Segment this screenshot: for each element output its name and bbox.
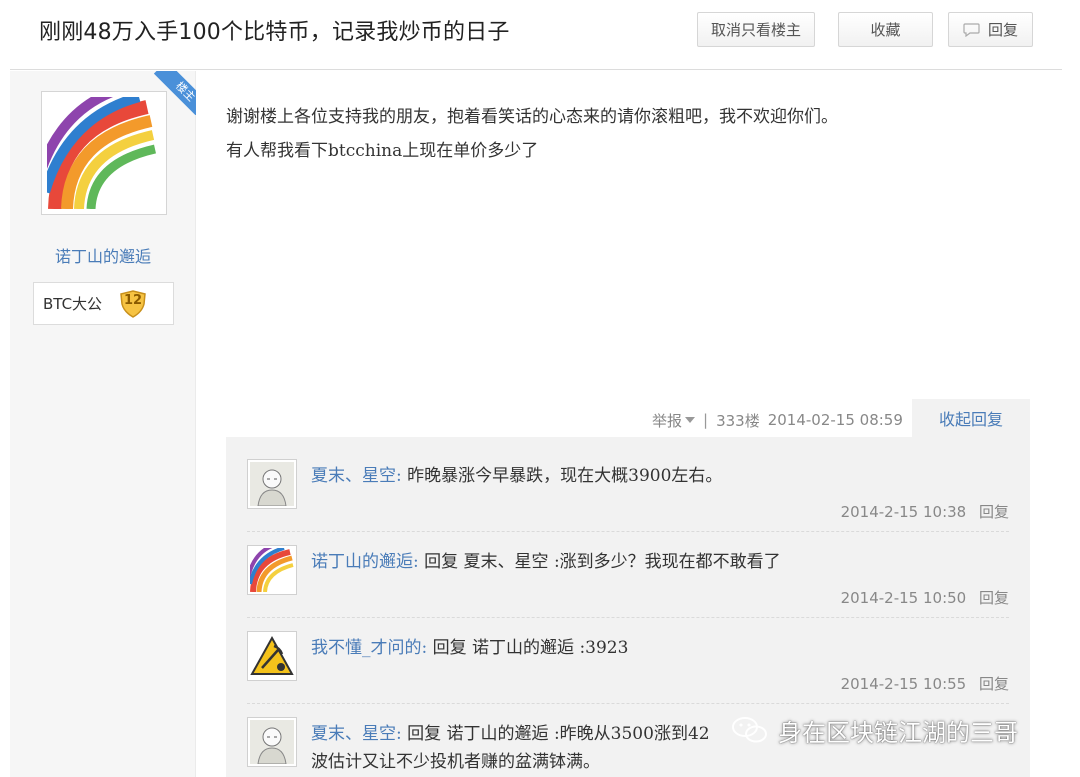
reply-avatar[interactable] <box>247 631 297 681</box>
reply-avatar[interactable] <box>246 542 297 595</box>
reply-username[interactable]: 夏末、星空: <box>311 724 402 744</box>
reply-content: 回复 诺丁山的邂逅 :昨晚从3500涨到42 <box>407 724 710 744</box>
caret-down-icon <box>685 417 696 423</box>
reply-avatar[interactable] <box>247 717 297 767</box>
post-content: 谢谢楼上各位支持我的朋友，抱着看笑话的心态来的请你滚粗吧，我不欢迎你们。 有人帮… <box>226 100 1026 168</box>
reply-content: 昨晚暴涨今早暴跌，现在大概3900左右。 <box>407 466 723 486</box>
watermark: 身在区块链江湖的三哥 <box>730 712 1018 748</box>
reply-link[interactable]: 回复 <box>979 503 1009 521</box>
collapse-replies-button[interactable]: 收起回复 <box>912 399 1030 437</box>
reply-avatar[interactable] <box>247 459 297 509</box>
author-panel: 楼主 诺丁山的邂逅 BTC大公 12 <box>10 71 196 777</box>
thread-title: 刚刚48万入手100个比特币，记录我炒币的日子 <box>39 20 510 45</box>
reply-text: 夏末、星空: 昨晚暴涨今早暴跌，现在大概3900左右。 <box>311 463 722 489</box>
reply-time: 2014-2-15 10:38 <box>840 503 967 521</box>
reply-link[interactable]: 回复 <box>979 675 1009 693</box>
post-datetime: 2014-02-15 08:59 <box>767 411 903 429</box>
reply-username[interactable]: 诺丁山的邂逅: <box>311 552 419 572</box>
wechat-icon <box>730 715 770 745</box>
post-line-2: 有人帮我看下btcchina上现在单价多少了 <box>226 141 539 161</box>
reply-time: 2014-2-15 10:55 <box>840 675 967 693</box>
author-avatar[interactable] <box>34 82 167 215</box>
report-link[interactable]: 举报 <box>652 410 696 431</box>
level-number: 12 <box>124 292 143 308</box>
reply-divider <box>247 703 1009 704</box>
cancel-only-op-button[interactable]: 取消只看楼主 <box>697 12 815 47</box>
post-line-1: 谢谢楼上各位支持我的朋友，抱着看笑话的心态来的请你滚粗吧，我不欢迎你们。 <box>226 107 838 127</box>
badge-title: BTC大公 <box>43 295 103 313</box>
level-shield-icon: 12 <box>118 289 148 318</box>
reply-divider <box>247 617 1009 618</box>
reply-meta: 2014-2-15 10:50 回复 <box>841 587 1009 608</box>
reply-username[interactable]: 我不懂_才问的: <box>311 638 427 658</box>
speech-bubble-icon <box>963 22 980 37</box>
list-item: 夏末、星空: 昨晚暴涨今早暴跌，现在大概3900左右。 2014-2-15 10… <box>247 459 1009 529</box>
reply-content: 回复 诺丁山的邂逅 :3923 <box>432 638 629 658</box>
reply-username[interactable]: 夏末、星空: <box>311 466 402 486</box>
post-tail: 举报 | 333楼 2014-02-15 08:59 <box>652 405 903 435</box>
list-item: 诺丁山的邂逅: 回复 夏末、星空 :涨到多少？我现在都不敢看了 2014-2-1… <box>246 542 1009 615</box>
reply-time: 2014-2-15 10:50 <box>840 589 967 607</box>
reply-button[interactable]: 回复 <box>948 12 1033 47</box>
tail-separator: | <box>703 411 709 429</box>
reply-meta: 2014-2-15 10:38 回复 <box>841 501 1009 522</box>
favorite-button[interactable]: 收藏 <box>838 12 933 47</box>
reply-content: 回复 夏末、星空 :涨到多少？我现在都不敢看了 <box>424 552 781 572</box>
reply-text: 我不懂_才问的: 回复 诺丁山的邂逅 :3923 <box>311 635 628 661</box>
thread-header: 刚刚48万入手100个比特币，记录我炒币的日子 取消只看楼主 收藏 回复 <box>10 0 1062 70</box>
reply-button-label: 回复 <box>987 21 1018 39</box>
author-username[interactable]: 诺丁山的邂逅 <box>10 243 196 267</box>
reply-text: 诺丁山的邂逅: 回复 夏末、星空 :涨到多少？我现在都不敢看了 <box>311 549 781 575</box>
watermark-text: 身在区块链江湖的三哥 <box>778 718 1018 747</box>
reply-divider <box>247 531 1009 532</box>
member-title-badge[interactable]: BTC大公 12 <box>33 282 174 325</box>
reply-content-line2: 波估计又让不少投机者赚的盆满钵满。 <box>311 752 600 772</box>
reply-text: 夏末、星空: 回复 诺丁山的邂逅 :昨晚从3500涨到42 <box>311 721 710 747</box>
list-item: 我不懂_才问的: 回复 诺丁山的邂逅 :3923 2014-2-15 10:55… <box>247 631 1009 701</box>
reply-link[interactable]: 回复 <box>979 589 1009 607</box>
floor-number: 333楼 <box>716 411 760 430</box>
reply-meta: 2014-2-15 10:55 回复 <box>841 673 1009 694</box>
